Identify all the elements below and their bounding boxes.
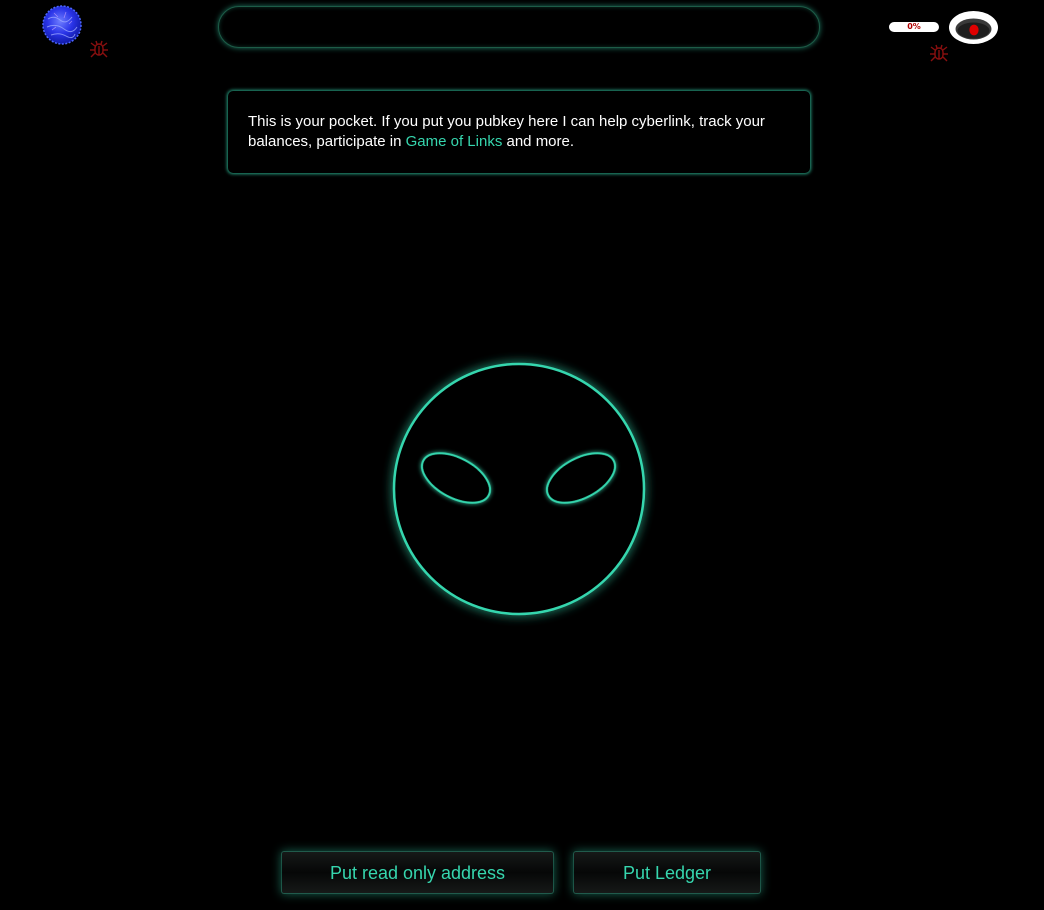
eye-icon[interactable]	[948, 10, 999, 45]
bug-icon[interactable]	[928, 42, 950, 64]
pocket-info-box: This is your pocket. If you put you pubk…	[228, 91, 810, 173]
battery-indicator[interactable]: 0%	[889, 22, 939, 32]
battery-label: 0%	[907, 22, 921, 31]
page: 0% This is your pocket. If you put you p…	[0, 0, 1044, 910]
search-input[interactable]	[218, 6, 820, 48]
put-ledger-button[interactable]: Put Ledger	[573, 851, 761, 894]
put-read-only-address-button[interactable]: Put read only address	[281, 851, 554, 894]
alien-face-icon	[392, 362, 646, 616]
planet-logo-icon[interactable]	[42, 5, 82, 45]
game-of-links-link[interactable]: Game of Links	[406, 133, 503, 150]
bug-icon[interactable]	[88, 38, 110, 60]
info-text-end: and more.	[502, 133, 575, 150]
